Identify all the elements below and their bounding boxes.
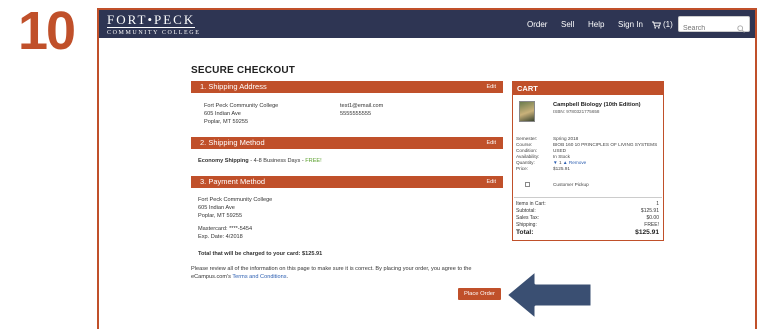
card-expiration: Exp. Date: 4/2018 [198, 234, 243, 240]
nav-order-link[interactable]: Order [527, 10, 547, 38]
availability-value: In Stock [553, 154, 570, 159]
items-in-cart-label: Items in Cart: [516, 201, 546, 207]
review-notice-prefix: eCampus.com's [191, 274, 233, 280]
logo-divider [107, 27, 195, 28]
semester-label: Semester: [516, 136, 538, 141]
browser-frame: FORT•PECK COMMUNITY COLLEGE Order Sell H… [97, 8, 757, 329]
shipping-method-edit-link[interactable]: Edit [487, 137, 496, 149]
shipping-method-detail: - 4-8 Business Days - [248, 158, 306, 164]
search-box [678, 16, 750, 36]
nav-sign-in-link[interactable]: Sign In [618, 10, 643, 38]
shipping-method-title: 2. Shipping Method [200, 138, 265, 147]
sales-tax-value: $0.00 [646, 215, 659, 221]
condition-label: Condition: [516, 148, 538, 153]
logo-name: FORT•PECK [107, 12, 196, 27]
course-value: BIOB 160 10 PRINCIPLES OF LIVING SYSTEMS [553, 142, 658, 147]
payment-method-header: 3. Payment Method Edit [191, 176, 503, 188]
cart-count: (1) [663, 19, 673, 29]
quantity-decrease-icon[interactable]: ▼ [553, 160, 558, 165]
shipping-method-name: Economy Shipping [198, 158, 249, 164]
cart-total-label: Total: [516, 229, 534, 236]
customer-pickup-label: Customer Pickup [553, 182, 589, 187]
shipping-cost-label: Shipping: [516, 222, 537, 228]
total-charge-note: Total that will be charged to your card:… [198, 251, 323, 257]
terms-and-conditions-link[interactable]: Terms and Conditions [232, 274, 286, 280]
items-in-cart-value: 1 [656, 201, 659, 207]
shipping-address-edit-link[interactable]: Edit [487, 81, 496, 93]
subtotal-value: $125.91 [640, 208, 659, 214]
shipping-name: Fort Peck Community College [204, 103, 279, 109]
search-input[interactable] [679, 21, 735, 36]
nav-help-link[interactable]: Help [588, 10, 604, 38]
payment-method-edit-link[interactable]: Edit [487, 176, 496, 188]
step-number: 10 [18, 1, 76, 61]
shipping-method-price: FREE! [305, 158, 322, 164]
subtotal-label: Subtotal: [516, 208, 536, 214]
nav-help-label: Help [588, 19, 605, 29]
condition-value: USED [553, 148, 567, 153]
card-number: Mastercard: ****-5454 [198, 226, 253, 232]
nav-sell-label: Sell [561, 19, 575, 29]
shipping-cost-value: FREE! [644, 222, 659, 228]
price-label: Price: [516, 166, 528, 171]
nav-sign-in-label: Sign In [618, 19, 643, 29]
shipping-street: 605 Indian Ave [204, 111, 241, 117]
customer-pickup-checkbox[interactable] [525, 182, 530, 187]
cart-panel: CART Campbell Biology (10th Edition) ISB… [512, 81, 664, 241]
cart-total-value: $125.91 [635, 229, 659, 236]
cart-header: CART [513, 82, 663, 95]
course-label: Course: [516, 142, 533, 147]
shipping-email: test1@email.com [340, 103, 384, 109]
billing-name: Fort Peck Community College [198, 197, 273, 203]
review-notice-suffix: . [286, 274, 289, 280]
billing-city: Poplar, MT 59255 [198, 213, 243, 219]
cart-divider [514, 197, 662, 198]
quantity-increase-icon[interactable]: ▲ [563, 160, 568, 165]
shipping-address-title: 1. Shipping Address [200, 82, 267, 91]
payment-method-title: 3. Payment Method [200, 177, 266, 186]
shipping-city: Poplar, MT 59255 [204, 119, 249, 125]
top-navbar: FORT•PECK COMMUNITY COLLEGE Order Sell H… [99, 10, 755, 38]
shipping-method-header: 2. Shipping Method Edit [191, 137, 503, 149]
shipping-method-line: Economy Shipping - 4-8 Business Days - F… [198, 158, 322, 166]
book-cover-image [519, 101, 535, 122]
cart-book-title: Campbell Biology (10th Edition) [553, 102, 641, 108]
cart-book-isbn: ISBN: 9780321775658 [553, 109, 600, 114]
review-notice-line1: Please review all of the information on … [191, 266, 472, 272]
logo-subtitle: COMMUNITY COLLEGE [107, 30, 201, 36]
semester-value: Spring 2018 [553, 136, 579, 141]
billing-street: 605 Indian Ave [198, 205, 235, 211]
availability-label: Availability: [516, 154, 540, 159]
nav-order-label: Order [527, 19, 548, 29]
nav-sell-link[interactable]: Sell [561, 10, 574, 38]
place-order-button[interactable]: Place Order [458, 288, 501, 300]
remove-item-link[interactable]: Remove [569, 160, 586, 165]
pointer-arrow-icon [504, 266, 596, 329]
site-logo[interactable]: FORT•PECK COMMUNITY COLLEGE [107, 13, 200, 37]
quantity-value: 1 [558, 160, 562, 165]
sales-tax-label: Sales Tax: [516, 215, 539, 221]
quantity-label: Quantity: [516, 160, 535, 165]
review-notice-line2: eCampus.com's Terms and Conditions. [191, 274, 288, 282]
page-title: SECURE CHECKOUT [191, 65, 296, 76]
shipping-phone: 5555555555 [340, 111, 372, 117]
quantity-stepper[interactable]: ▼ 1 ▲ Remove [553, 160, 586, 165]
price-value: $125.91 [553, 166, 570, 171]
shipping-address-header: 1. Shipping Address Edit [191, 81, 503, 93]
search-icon[interactable] [737, 20, 745, 38]
nav-cart-link[interactable]: (1) [652, 10, 673, 38]
shopping-cart-icon [652, 21, 661, 29]
